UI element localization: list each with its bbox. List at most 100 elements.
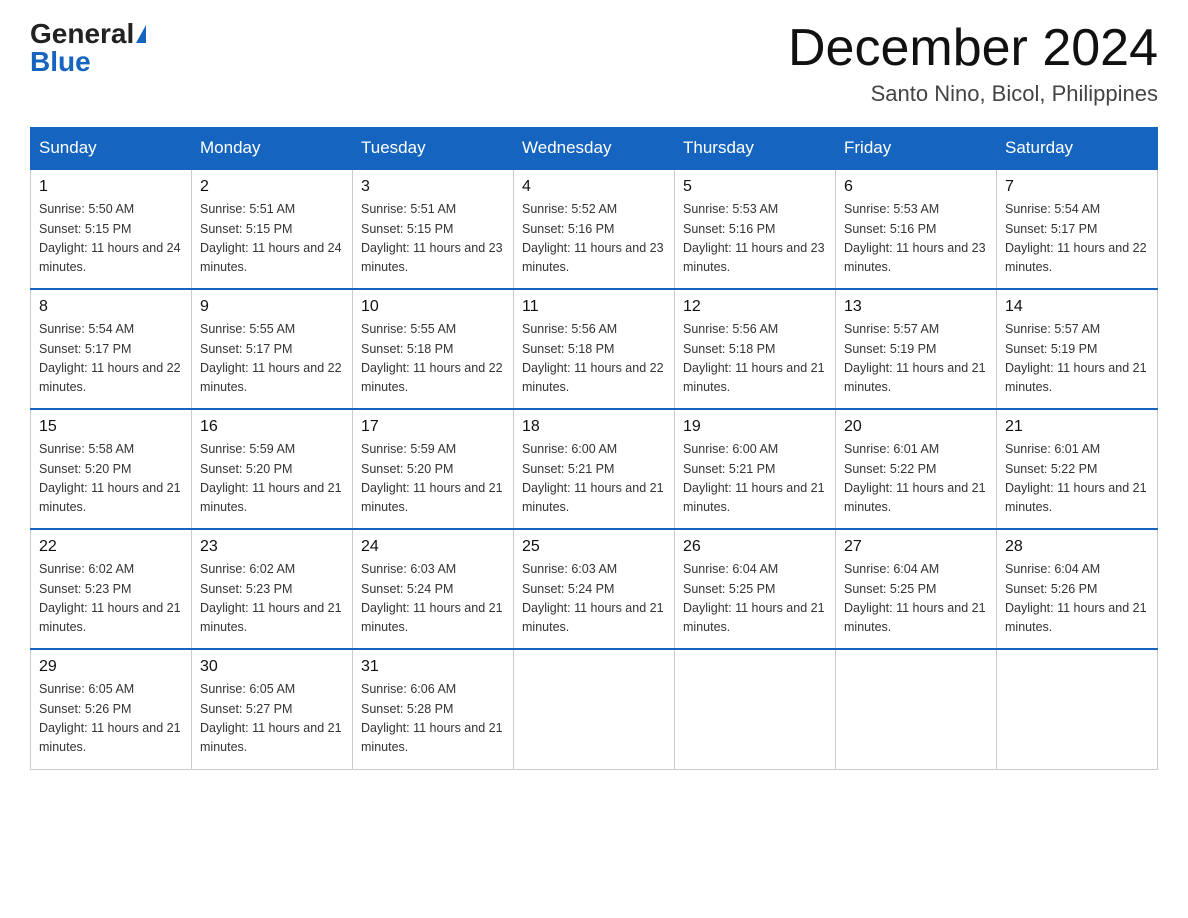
day-info: Sunrise: 5:53 AMSunset: 5:16 PMDaylight:… bbox=[844, 200, 988, 278]
day-number: 20 bbox=[844, 418, 988, 436]
page-header: General Blue December 2024 Santo Nino, B… bbox=[30, 20, 1158, 107]
day-number: 15 bbox=[39, 418, 183, 436]
logo-blue-text: Blue bbox=[30, 48, 91, 76]
calendar-cell: 4 Sunrise: 5:52 AMSunset: 5:16 PMDaylight… bbox=[514, 169, 675, 289]
day-info: Sunrise: 5:54 AMSunset: 5:17 PMDaylight:… bbox=[39, 320, 183, 398]
day-number: 4 bbox=[522, 178, 666, 196]
calendar-cell bbox=[997, 649, 1158, 769]
day-info: Sunrise: 5:57 AMSunset: 5:19 PMDaylight:… bbox=[1005, 320, 1149, 398]
day-number: 1 bbox=[39, 178, 183, 196]
calendar-week-row: 1 Sunrise: 5:50 AMSunset: 5:15 PMDaylight… bbox=[31, 169, 1158, 289]
day-info: Sunrise: 5:50 AMSunset: 5:15 PMDaylight:… bbox=[39, 200, 183, 278]
calendar-cell: 8 Sunrise: 5:54 AMSunset: 5:17 PMDaylight… bbox=[31, 289, 192, 409]
calendar-cell: 11Sunrise: 5:56 AMSunset: 5:18 PMDayligh… bbox=[514, 289, 675, 409]
day-info: Sunrise: 5:59 AMSunset: 5:20 PMDaylight:… bbox=[361, 440, 505, 518]
day-number: 13 bbox=[844, 298, 988, 316]
day-number: 6 bbox=[844, 178, 988, 196]
title-section: December 2024 Santo Nino, Bicol, Philipp… bbox=[788, 20, 1158, 107]
day-number: 12 bbox=[683, 298, 827, 316]
day-number: 23 bbox=[200, 538, 344, 556]
day-number: 25 bbox=[522, 538, 666, 556]
day-number: 28 bbox=[1005, 538, 1149, 556]
day-info: Sunrise: 6:04 AMSunset: 5:25 PMDaylight:… bbox=[844, 560, 988, 638]
location-title: Santo Nino, Bicol, Philippines bbox=[788, 81, 1158, 107]
day-info: Sunrise: 5:53 AMSunset: 5:16 PMDaylight:… bbox=[683, 200, 827, 278]
day-number: 18 bbox=[522, 418, 666, 436]
calendar-cell: 7 Sunrise: 5:54 AMSunset: 5:17 PMDaylight… bbox=[997, 169, 1158, 289]
calendar-cell: 29 Sunrise: 6:05 AMSunset: 5:26 PMDayligh… bbox=[31, 649, 192, 769]
day-number: 22 bbox=[39, 538, 183, 556]
day-info: Sunrise: 5:56 AMSunset: 5:18 PMDaylight:… bbox=[522, 320, 666, 398]
day-info: Sunrise: 5:56 AMSunset: 5:18 PMDaylight:… bbox=[683, 320, 827, 398]
day-number: 10 bbox=[361, 298, 505, 316]
calendar-cell: 18 Sunrise: 6:00 AMSunset: 5:21 PMDayligh… bbox=[514, 409, 675, 529]
calendar-week-row: 22 Sunrise: 6:02 AMSunset: 5:23 PMDayligh… bbox=[31, 529, 1158, 649]
day-info: Sunrise: 6:04 AMSunset: 5:25 PMDaylight:… bbox=[683, 560, 827, 638]
day-number: 30 bbox=[200, 658, 344, 676]
day-info: Sunrise: 5:51 AMSunset: 5:15 PMDaylight:… bbox=[361, 200, 505, 278]
day-number: 24 bbox=[361, 538, 505, 556]
day-number: 2 bbox=[200, 178, 344, 196]
day-info: Sunrise: 6:00 AMSunset: 5:21 PMDaylight:… bbox=[522, 440, 666, 518]
calendar-cell: 30 Sunrise: 6:05 AMSunset: 5:27 PMDayligh… bbox=[192, 649, 353, 769]
calendar-week-row: 8 Sunrise: 5:54 AMSunset: 5:17 PMDaylight… bbox=[31, 289, 1158, 409]
calendar-cell: 27Sunrise: 6:04 AMSunset: 5:25 PMDayligh… bbox=[836, 529, 997, 649]
calendar-cell: 24 Sunrise: 6:03 AMSunset: 5:24 PMDayligh… bbox=[353, 529, 514, 649]
day-number: 21 bbox=[1005, 418, 1149, 436]
calendar-cell: 23 Sunrise: 6:02 AMSunset: 5:23 PMDayligh… bbox=[192, 529, 353, 649]
weekday-header-row: SundayMondayTuesdayWednesdayThursdayFrid… bbox=[31, 128, 1158, 170]
day-number: 29 bbox=[39, 658, 183, 676]
day-number: 19 bbox=[683, 418, 827, 436]
day-info: Sunrise: 6:05 AMSunset: 5:27 PMDaylight:… bbox=[200, 680, 344, 758]
day-info: Sunrise: 6:03 AMSunset: 5:24 PMDaylight:… bbox=[522, 560, 666, 638]
calendar-cell: 28 Sunrise: 6:04 AMSunset: 5:26 PMDayligh… bbox=[997, 529, 1158, 649]
calendar-cell: 1 Sunrise: 5:50 AMSunset: 5:15 PMDaylight… bbox=[31, 169, 192, 289]
day-number: 7 bbox=[1005, 178, 1149, 196]
calendar-cell: 6 Sunrise: 5:53 AMSunset: 5:16 PMDaylight… bbox=[836, 169, 997, 289]
day-info: Sunrise: 5:58 AMSunset: 5:20 PMDaylight:… bbox=[39, 440, 183, 518]
calendar-cell: 22 Sunrise: 6:02 AMSunset: 5:23 PMDayligh… bbox=[31, 529, 192, 649]
calendar-cell bbox=[675, 649, 836, 769]
day-info: Sunrise: 6:02 AMSunset: 5:23 PMDaylight:… bbox=[200, 560, 344, 638]
weekday-header-friday: Friday bbox=[836, 128, 997, 170]
day-info: Sunrise: 6:01 AMSunset: 5:22 PMDaylight:… bbox=[844, 440, 988, 518]
day-number: 8 bbox=[39, 298, 183, 316]
calendar-cell: 19 Sunrise: 6:00 AMSunset: 5:21 PMDayligh… bbox=[675, 409, 836, 529]
day-number: 26 bbox=[683, 538, 827, 556]
weekday-header-saturday: Saturday bbox=[997, 128, 1158, 170]
calendar-cell: 2 Sunrise: 5:51 AMSunset: 5:15 PMDaylight… bbox=[192, 169, 353, 289]
calendar-week-row: 29 Sunrise: 6:05 AMSunset: 5:26 PMDayligh… bbox=[31, 649, 1158, 769]
day-info: Sunrise: 6:05 AMSunset: 5:26 PMDaylight:… bbox=[39, 680, 183, 758]
day-info: Sunrise: 6:03 AMSunset: 5:24 PMDaylight:… bbox=[361, 560, 505, 638]
day-info: Sunrise: 5:51 AMSunset: 5:15 PMDaylight:… bbox=[200, 200, 344, 278]
day-info: Sunrise: 5:54 AMSunset: 5:17 PMDaylight:… bbox=[1005, 200, 1149, 278]
day-info: Sunrise: 6:02 AMSunset: 5:23 PMDaylight:… bbox=[39, 560, 183, 638]
day-info: Sunrise: 5:55 AMSunset: 5:17 PMDaylight:… bbox=[200, 320, 344, 398]
calendar-cell: 15 Sunrise: 5:58 AMSunset: 5:20 PMDayligh… bbox=[31, 409, 192, 529]
day-info: Sunrise: 5:55 AMSunset: 5:18 PMDaylight:… bbox=[361, 320, 505, 398]
day-number: 5 bbox=[683, 178, 827, 196]
day-number: 31 bbox=[361, 658, 505, 676]
weekday-header-thursday: Thursday bbox=[675, 128, 836, 170]
month-title: December 2024 bbox=[788, 20, 1158, 77]
day-number: 3 bbox=[361, 178, 505, 196]
calendar-cell bbox=[836, 649, 997, 769]
calendar-cell: 20 Sunrise: 6:01 AMSunset: 5:22 PMDayligh… bbox=[836, 409, 997, 529]
calendar-cell: 3 Sunrise: 5:51 AMSunset: 5:15 PMDaylight… bbox=[353, 169, 514, 289]
weekday-header-tuesday: Tuesday bbox=[353, 128, 514, 170]
day-info: Sunrise: 6:00 AMSunset: 5:21 PMDaylight:… bbox=[683, 440, 827, 518]
calendar-table: SundayMondayTuesdayWednesdayThursdayFrid… bbox=[30, 127, 1158, 770]
calendar-cell: 9Sunrise: 5:55 AMSunset: 5:17 PMDaylight… bbox=[192, 289, 353, 409]
calendar-week-row: 15 Sunrise: 5:58 AMSunset: 5:20 PMDayligh… bbox=[31, 409, 1158, 529]
calendar-cell: 17 Sunrise: 5:59 AMSunset: 5:20 PMDayligh… bbox=[353, 409, 514, 529]
day-number: 16 bbox=[200, 418, 344, 436]
weekday-header-wednesday: Wednesday bbox=[514, 128, 675, 170]
day-number: 17 bbox=[361, 418, 505, 436]
calendar-cell: 16Sunrise: 5:59 AMSunset: 5:20 PMDayligh… bbox=[192, 409, 353, 529]
day-number: 14 bbox=[1005, 298, 1149, 316]
weekday-header-monday: Monday bbox=[192, 128, 353, 170]
day-info: Sunrise: 5:52 AMSunset: 5:16 PMDaylight:… bbox=[522, 200, 666, 278]
calendar-cell: 26 Sunrise: 6:04 AMSunset: 5:25 PMDayligh… bbox=[675, 529, 836, 649]
calendar-cell: 5 Sunrise: 5:53 AMSunset: 5:16 PMDaylight… bbox=[675, 169, 836, 289]
day-info: Sunrise: 6:04 AMSunset: 5:26 PMDaylight:… bbox=[1005, 560, 1149, 638]
